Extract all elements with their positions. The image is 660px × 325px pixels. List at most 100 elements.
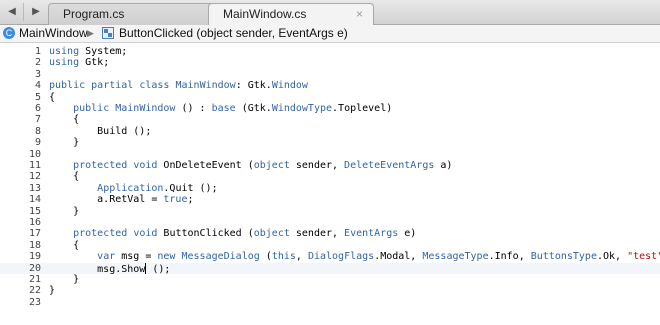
code-token: (Gtk. [235, 103, 272, 114]
code-token: Build (); [49, 125, 152, 137]
back-arrow-icon[interactable]: ◀ [2, 4, 22, 20]
type-token: Application [97, 182, 164, 194]
code-token: .Toplevel) [332, 103, 393, 114]
code-token: , [295, 251, 308, 263]
line-number: 14 [28, 194, 41, 206]
code-text[interactable]: public partial class MainWindow: Gtk.Win… [49, 80, 308, 91]
keyword-token: true [163, 194, 188, 206]
code-token: } [49, 285, 56, 297]
breadcrumb-separator-icon: ▶ [87, 28, 94, 38]
nav-divider [23, 3, 24, 21]
line-number: 7 [34, 114, 41, 126]
type-token: MainWindow [175, 80, 236, 92]
code-text[interactable]: } [49, 274, 79, 285]
code-token: .Quit (); [163, 182, 218, 194]
code-token: Gtk; [79, 57, 110, 69]
line-number: 16 [28, 217, 41, 228]
code-token: sender, [289, 228, 345, 240]
tab-label: MainWindow.cs [223, 7, 307, 21]
line-number: 3 [34, 68, 41, 80]
keyword-token: partial [91, 80, 134, 92]
code-token: e) [398, 228, 417, 240]
breadcrumb-class[interactable]: MainWindow [19, 25, 88, 42]
code-text[interactable]: Build (); [49, 126, 151, 137]
code-text[interactable]: } [49, 206, 79, 217]
code-text[interactable]: } [49, 137, 79, 148]
line-number: 12 [28, 171, 41, 183]
close-icon[interactable]: × [356, 4, 363, 25]
code-token: { [49, 239, 80, 251]
line-number: 11 [28, 160, 41, 171]
line-number: 4 [34, 80, 41, 92]
type-token: ButtonsType [530, 251, 597, 263]
line-number: 9 [34, 137, 41, 149]
keyword-token: using [49, 57, 80, 69]
code-text[interactable]: { [49, 114, 79, 125]
code-text[interactable]: a.RetVal = true; [49, 194, 194, 206]
code-token: { [49, 91, 56, 103]
code-token: ButtonClicked ( [157, 228, 254, 240]
tab-mainwindow-cs[interactable]: MainWindow.cs × [208, 3, 374, 26]
code-token: (); [146, 263, 171, 275]
forward-arrow-icon[interactable]: ▶ [26, 4, 46, 20]
line-number: 13 [28, 182, 41, 194]
code-token: msg.Show [49, 263, 146, 275]
keyword-token: void [133, 160, 158, 171]
keyword-token: class [139, 80, 170, 92]
type-token: DeleteEventArgs [344, 160, 435, 171]
type-token: MessageDialog [181, 251, 260, 263]
code-token: .Info, [488, 251, 531, 263]
code-text[interactable]: Application.Quit (); [49, 182, 218, 194]
line-number: 8 [34, 125, 41, 137]
code-token: OnDeleteEvent ( [157, 160, 254, 171]
code-editor[interactable]: 1 using System; 2 using Gtk; 3 4 public partia… [0, 43, 660, 325]
keyword-token: base [211, 103, 236, 114]
code-text[interactable]: using System; [49, 46, 127, 57]
tab-bar: ◀ ▶ Program.cs × MainWindow.cs × [0, 0, 660, 26]
line-number: 23 [28, 296, 41, 308]
class-icon: C [3, 27, 15, 39]
type-token: MainWindow [115, 103, 176, 114]
code-text[interactable]: public MainWindow () : base (Gtk.WindowT… [49, 103, 392, 114]
code-token: ( [259, 251, 272, 263]
code-token: System; [79, 46, 128, 57]
code-text[interactable]: using Gtk; [49, 57, 109, 68]
code-token: ; [187, 194, 194, 206]
code-token: } [49, 137, 80, 149]
breadcrumb: C MainWindow ▶ ButtonClicked (object sen… [0, 25, 660, 43]
keyword-token: public [49, 80, 86, 92]
keyword-token: this [271, 251, 296, 263]
keyword-token: protected [73, 160, 128, 171]
line-number: 2 [34, 57, 41, 69]
code-token: () : [175, 103, 212, 114]
code-text[interactable]: } [49, 285, 55, 296]
line-number: 20 [28, 262, 41, 274]
code-token: } [49, 205, 80, 217]
line-number: 17 [28, 228, 41, 240]
type-token: EventArgs [344, 228, 399, 240]
code-token: } [49, 274, 80, 285]
line-number: 5 [34, 91, 41, 103]
keyword-token: new [157, 251, 176, 263]
code-token: { [49, 114, 80, 126]
keyword-token: var [97, 251, 116, 263]
code-token: .Modal, [374, 251, 423, 263]
code-token: { [49, 171, 80, 183]
code-token: a) [434, 160, 453, 171]
line-number: 10 [28, 148, 41, 160]
code-text[interactable]: protected void OnDeleteEvent (object sen… [49, 160, 452, 171]
string-token: "test" [627, 251, 660, 263]
breadcrumb-method[interactable]: ButtonClicked (object sender, EventArgs … [119, 25, 348, 42]
code-token: a.RetVal = [49, 194, 164, 206]
code-text[interactable]: { [49, 92, 55, 103]
code-text[interactable]: { [49, 171, 79, 182]
code-text[interactable]: { [49, 240, 79, 251]
code-text[interactable]: protected void ButtonClicked (object sen… [49, 228, 416, 239]
code-text[interactable]: var msg = new MessageDialog (this, Dialo… [49, 251, 660, 262]
type-token: DialogFlags [307, 251, 375, 263]
